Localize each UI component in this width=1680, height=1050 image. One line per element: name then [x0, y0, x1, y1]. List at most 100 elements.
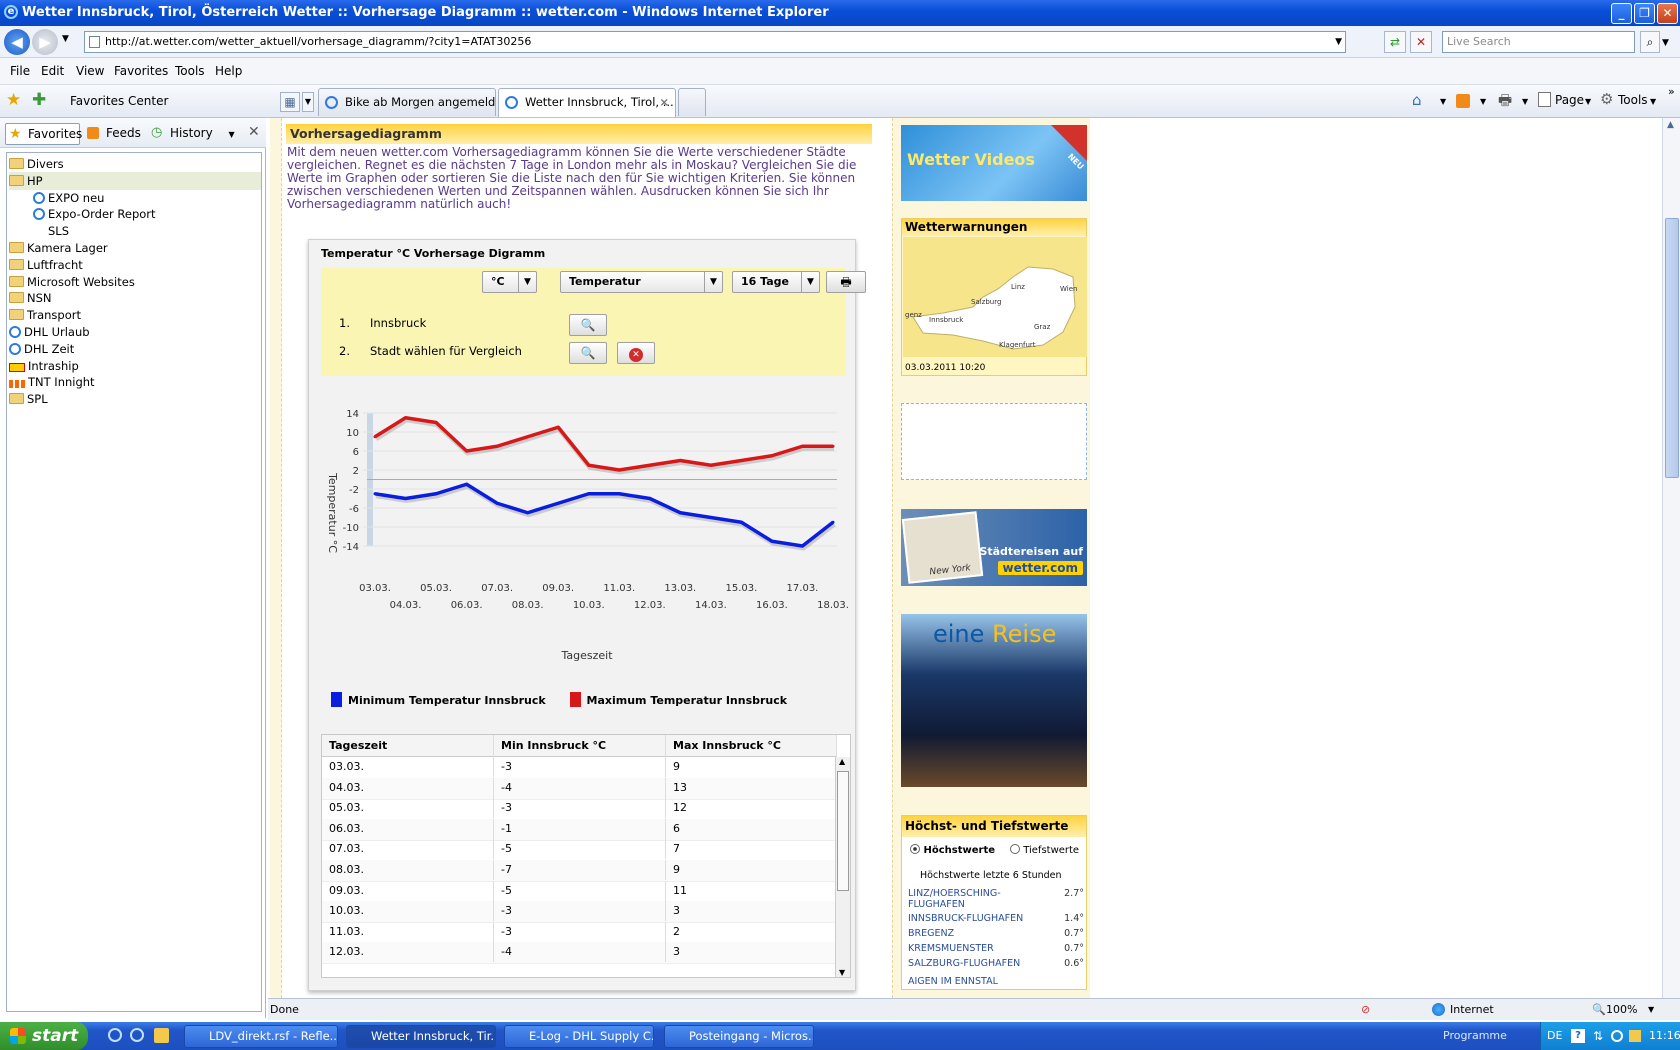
favorites-item[interactable]: TNT Innight	[9, 373, 261, 391]
column-header-date[interactable]: Tageszeit	[322, 735, 494, 757]
value-select[interactable]: Temperatur ▼	[560, 271, 723, 293]
favorites-item[interactable]: Kamera Lager	[9, 239, 261, 257]
austria-map[interactable]: Linz Wien Salzburg Innsbruck Graz Klagen…	[903, 237, 1087, 357]
start-button[interactable]: start	[0, 1022, 88, 1050]
page-scroll-thumb[interactable]	[1665, 218, 1679, 478]
scroll-up-icon[interactable]: ▲	[839, 757, 845, 766]
maximize-button[interactable]: ❐	[1634, 3, 1655, 24]
menu-tools[interactable]: Tools	[175, 64, 205, 78]
tab-bike[interactable]: Bike ab Morgen angemeldet!	[318, 88, 496, 116]
favorites-center-label[interactable]: Favorites Center	[70, 94, 168, 108]
favorites-item[interactable]: DHL Zeit	[9, 340, 261, 358]
favorites-item[interactable]: Expo-Order Report	[33, 205, 261, 223]
history-dropdown-icon[interactable]: ▼	[229, 130, 235, 139]
task-ldv[interactable]: LDV_direkt.rsf - Refle...	[184, 1025, 338, 1048]
forward-button[interactable]: ▶	[32, 29, 58, 55]
radio-tiefstwerte[interactable]: Tiefstwerte	[1010, 844, 1079, 856]
add-favorite-icon[interactable]: ✚	[32, 90, 46, 110]
page-scrollbar[interactable]: ▲ ▼	[1662, 118, 1680, 1018]
zoom-level[interactable]: 100%	[1606, 999, 1637, 1020]
address-dropdown-icon[interactable]: ▼	[1335, 32, 1342, 52]
refresh-icon[interactable]: ⇄	[1384, 31, 1406, 53]
task-elog[interactable]: E-Log - DHL Supply C...	[504, 1025, 654, 1048]
programme-toolbar[interactable]: Programme	[1443, 1029, 1507, 1042]
favorites-item[interactable]: Microsoft Websites	[9, 273, 261, 291]
zoom-dropdown-icon[interactable]: ▼	[1648, 999, 1654, 1020]
quicklaunch-ie2-icon[interactable]	[130, 1028, 144, 1042]
more-chevron-icon[interactable]: »	[1668, 85, 1675, 98]
home-dropdown-icon[interactable]: ▼	[1440, 97, 1446, 106]
scroll-down-icon[interactable]: ▼	[839, 968, 845, 977]
extremes-row[interactable]: KREMSMUENSTER 0.7°	[908, 943, 1084, 954]
extremes-row[interactable]: BREGENZ 0.7°	[908, 928, 1084, 939]
favorites-item[interactable]: Transport	[9, 306, 261, 324]
favorites-item[interactable]: Luftfracht	[9, 256, 261, 274]
language-indicator[interactable]: DE	[1547, 1022, 1562, 1050]
search-options-icon[interactable]: ▼	[1662, 38, 1669, 48]
outlook-tray-icon[interactable]	[1629, 1030, 1641, 1042]
favorites-item[interactable]: EXPO neu	[33, 189, 261, 207]
city1-search-button[interactable]: 🔍	[569, 314, 607, 336]
favorites-item[interactable]: HP	[9, 171, 261, 190]
stop-icon[interactable]: ✕	[1410, 31, 1432, 53]
print-dropdown-icon[interactable]: ▼	[1522, 97, 1528, 106]
range-select[interactable]: 16 Tage ▼	[732, 271, 820, 293]
tab-wetter[interactable]: Wetter Innsbruck, Tirol, ... ×	[498, 88, 676, 117]
favorites-item[interactable]: NSN	[9, 289, 261, 307]
task-outlook[interactable]: Posteingang - Micros...	[664, 1025, 814, 1048]
close-window-button[interactable]: ✕	[1657, 3, 1678, 24]
scroll-up-icon[interactable]: ▲	[1667, 120, 1674, 130]
travel-ad[interactable]: eine Reise	[901, 614, 1087, 787]
history-tab[interactable]: ◷ History ▼	[148, 123, 235, 145]
favorites-star-icon[interactable]: ★	[6, 90, 21, 110]
task-wetter[interactable]: Wetter Innsbruck, Tir...	[346, 1025, 496, 1048]
unit-select[interactable]: °C ▼	[482, 271, 537, 293]
extremes-row[interactable]: LINZ/HOERSCHING-FLUGHAFEN 2.7°	[908, 888, 1084, 910]
address-input[interactable]: http://at.wetter.com/wetter_aktuell/vorh…	[84, 31, 1346, 53]
favorites-item[interactable]: SPL	[9, 390, 261, 408]
new-tab-button[interactable]	[678, 88, 706, 116]
network-icon[interactable]: ⇅	[1593, 1022, 1603, 1050]
feeds-dropdown-icon[interactable]: ▼	[1480, 97, 1486, 106]
recent-pages-dropdown-icon[interactable]: ▼	[62, 34, 69, 44]
help-icon[interactable]: ?	[1571, 1029, 1585, 1043]
feeds-tab[interactable]: Feeds	[84, 123, 141, 145]
tools-dropdown-icon[interactable]: ▼	[1650, 97, 1656, 106]
popup-blocker-icon[interactable]: ⊘	[1361, 999, 1370, 1020]
print-icon[interactable]: 🖶	[1498, 90, 1512, 115]
minimize-button[interactable]: _	[1611, 3, 1632, 24]
menu-edit[interactable]: Edit	[41, 64, 64, 78]
table-scroll-thumb[interactable]	[837, 771, 849, 891]
extremes-row[interactable]: SALZBURG-FLUGHAFEN 0.6°	[908, 958, 1084, 969]
page-menu[interactable]: Page	[1555, 93, 1584, 107]
tab-list-dropdown-icon[interactable]: ▼	[302, 92, 314, 112]
favorites-item[interactable]: Intraship	[9, 357, 261, 375]
quick-tabs-icon[interactable]: ▦	[280, 92, 300, 112]
favorites-tab[interactable]: ★ Favorites	[5, 123, 82, 145]
close-pane-icon[interactable]: ✕	[248, 124, 260, 140]
menu-file[interactable]: File	[10, 64, 30, 78]
extremes-row[interactable]: INNSBRUCK-FLUGHAFEN 1.4°	[908, 913, 1084, 924]
favorites-item[interactable]: Divers	[9, 155, 261, 173]
city-trips-ad[interactable]: New York Städtereisen auf wetter.com	[901, 509, 1087, 586]
menu-help[interactable]: Help	[215, 64, 242, 78]
back-button[interactable]: ◀	[4, 29, 30, 55]
wetter-videos-ad[interactable]: Wetter Videos NEU	[901, 125, 1087, 201]
radio-hoechstwerte[interactable]: Höchstwerte	[910, 844, 995, 856]
city2-search-button[interactable]: 🔍	[569, 342, 607, 364]
tools-menu[interactable]: Tools	[1618, 93, 1648, 107]
feeds-icon[interactable]	[1456, 94, 1470, 108]
close-tab-icon[interactable]: ×	[659, 89, 669, 115]
quicklaunch-outlook-icon[interactable]	[154, 1028, 169, 1043]
print-chart-button[interactable]: 🖶	[826, 271, 866, 293]
favorites-item[interactable]: DHL Urlaub	[9, 323, 261, 341]
column-header-min[interactable]: Min Innsbruck °C	[494, 735, 666, 757]
favorites-item[interactable]: SLS	[33, 222, 261, 240]
menu-favorites[interactable]: Favorites	[114, 64, 168, 78]
column-header-max[interactable]: Max Innsbruck °C	[666, 735, 837, 757]
menu-view[interactable]: View	[76, 64, 104, 78]
search-icon[interactable]: ⌕	[1640, 31, 1660, 53]
quicklaunch-ie-icon[interactable]	[108, 1028, 122, 1042]
weather-warnings-box[interactable]: Wetterwarnungen Linz Wien Salzburg Innsb…	[901, 218, 1087, 376]
extremes-row[interactable]: AIGEN IM ENNSTAL	[908, 976, 1084, 987]
